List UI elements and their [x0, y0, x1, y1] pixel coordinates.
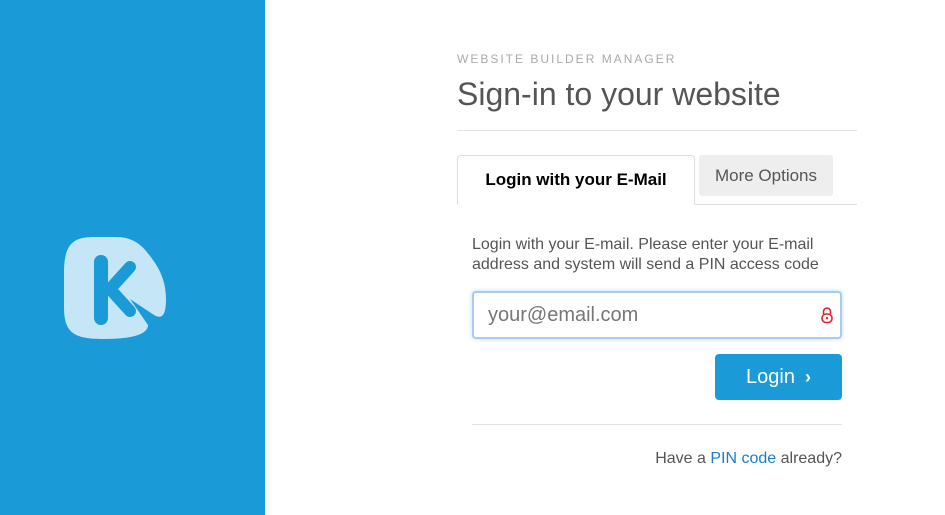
- login-button[interactable]: Login ›: [715, 354, 842, 400]
- email-field[interactable]: [472, 291, 842, 339]
- lock-icon: [821, 307, 833, 324]
- login-label: Login: [746, 365, 795, 388]
- email-input[interactable]: [488, 293, 808, 337]
- login-tabs: Login with your E-Mail More Options: [457, 155, 857, 205]
- app-name: WEBSITE BUILDER MANAGER: [457, 52, 677, 66]
- divider: [457, 130, 857, 131]
- brand-panel: [0, 0, 265, 515]
- pin-prefix: Have a: [655, 450, 706, 467]
- pin-code-link[interactable]: PIN code: [710, 450, 776, 467]
- tab-email-login[interactable]: Login with your E-Mail: [457, 155, 695, 205]
- chevron-right-icon: ›: [804, 366, 811, 387]
- footer-divider: [472, 424, 842, 425]
- pin-suffix: already?: [780, 450, 842, 467]
- tab-more-options[interactable]: More Options: [699, 155, 833, 196]
- instructions-text: Login with your E-mail. Please enter you…: [472, 236, 819, 273]
- signin-panel: WEBSITE BUILDER MANAGER Sign-in to your …: [457, 0, 857, 515]
- k-logo-icon: [64, 237, 166, 339]
- page-title: Sign-in to your website: [457, 76, 781, 112]
- pin-prompt: Have a PIN code already?: [655, 450, 842, 468]
